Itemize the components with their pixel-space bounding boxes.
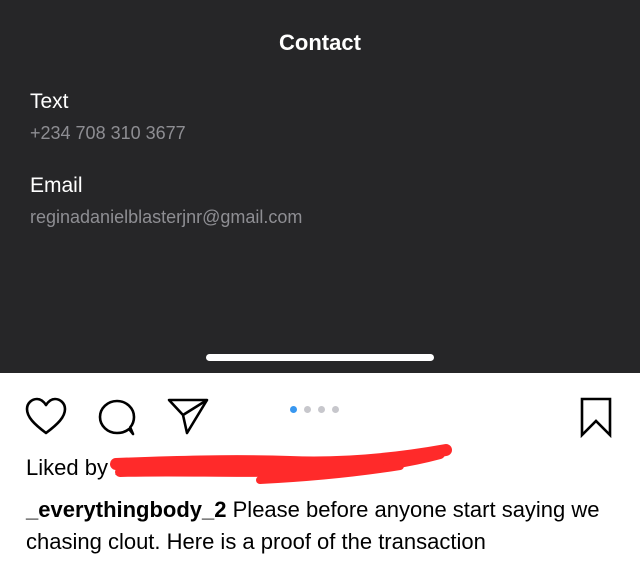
carousel-dot-active	[290, 406, 297, 413]
share-icon[interactable]	[165, 396, 211, 436]
comment-icon[interactable]	[96, 397, 138, 437]
contact-sheet: Contact Text +234 708 310 3677 Email reg…	[0, 0, 640, 373]
caption-username[interactable]: _everythingbody_2	[26, 497, 227, 522]
sheet-title: Contact	[279, 30, 361, 55]
email-address[interactable]: reginadanielblasterjnr@gmail.com	[30, 207, 302, 228]
carousel-dot	[332, 406, 339, 413]
phone-number[interactable]: +234 708 310 3677	[30, 123, 186, 144]
email-option-label[interactable]: Email	[30, 174, 83, 198]
redaction-scribble	[110, 444, 452, 484]
liked-by-label: Liked by	[26, 455, 108, 480]
text-option-label[interactable]: Text	[30, 90, 69, 114]
carousel-dot	[304, 406, 311, 413]
heart-icon[interactable]	[24, 396, 68, 436]
post-caption: _everythingbody_2 Please before anyone s…	[26, 494, 626, 558]
carousel-dot	[318, 406, 325, 413]
home-indicator[interactable]	[206, 354, 434, 361]
bookmark-icon[interactable]	[578, 396, 614, 438]
